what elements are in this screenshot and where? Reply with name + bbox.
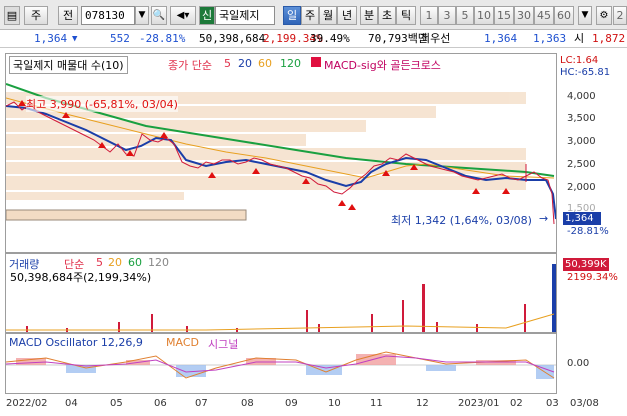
volume-value-text: 50,398,684주(2,199,34%)	[10, 271, 152, 284]
tab-year[interactable]: 년	[337, 6, 357, 25]
interval-30[interactable]: 30	[514, 6, 534, 25]
more-button[interactable]: 2	[613, 6, 627, 25]
ma5-legend: 5	[224, 57, 231, 70]
tab-minute[interactable]: 분	[360, 6, 378, 25]
volume-profile-max-bar	[6, 209, 247, 221]
xtick-05: 05	[110, 398, 123, 409]
macd-legend-label: MACD	[166, 336, 199, 349]
current-price-tag: 1,364	[563, 212, 601, 225]
search-icon[interactable]: 🔍	[151, 6, 167, 25]
stock-name[interactable]: 국일제지	[215, 6, 275, 25]
turnover-ratio: 39.49%	[310, 32, 350, 45]
vol-ma120-legend: 120	[148, 256, 169, 269]
volume-spike	[552, 264, 556, 332]
interval-3[interactable]: 3	[438, 6, 456, 25]
current-price: 1,364	[34, 32, 68, 45]
price-chart-panel[interactable]: 국일제지 매물대 수(10) 종가 단순 5 20 60 120 MACD-si…	[5, 53, 557, 253]
period-select[interactable]: 주	[24, 6, 48, 25]
volume-chart-panel[interactable]: 거래량 단순 5 20 60 120 50,398,684주(2,199,34%…	[5, 253, 557, 333]
interval-45[interactable]: 45	[534, 6, 554, 25]
volume-chart-svg	[6, 264, 556, 332]
macd-osc-legend: MACD Oscillator 12,26,9	[9, 336, 143, 349]
low-annotation: 최저 1,342 (1,64%, 03/08)	[391, 214, 532, 227]
xtick-2022-02: 2022/02	[6, 398, 48, 409]
lc-label: LC:1.64	[560, 55, 599, 66]
price-info-bar: 1,364 ▼ 552 -28.81% 50,398,684 2,199.34%…	[0, 30, 627, 48]
xtick-11: 11	[370, 398, 383, 409]
tab-month[interactable]: 월	[319, 6, 337, 25]
volume-tag-pct: 2199.34%	[567, 272, 618, 283]
macd-legend: MACD-sig와 골든크로스	[324, 59, 441, 72]
interval-5[interactable]: 5	[456, 6, 474, 25]
toolbar: ▤ 주 전 078130 ▼ 🔍 ◀▾ 신 국일제지 일 주 월 년 분 초 틱…	[0, 0, 627, 30]
ytick-2000: 2,000	[567, 182, 596, 193]
low-arrow-icon: →	[539, 212, 549, 225]
vol-ma5-legend: 5	[96, 256, 103, 269]
xtick-07: 07	[195, 398, 208, 409]
prev-button[interactable]: 전	[58, 6, 78, 25]
signal-legend-label: 시그널	[208, 338, 239, 351]
high-annotation: 최고 3,990 (-65,81%, 03/04)	[26, 96, 178, 112]
volume-tag: 50,399K	[563, 258, 609, 271]
settings-icon[interactable]: ⚙	[596, 6, 612, 25]
ytick-3000: 3,000	[567, 136, 596, 147]
tab-week[interactable]: 주	[301, 6, 319, 25]
interval-dropdown-icon[interactable]: ▼	[578, 6, 592, 25]
speaker-icon[interactable]: ◀▾	[170, 6, 196, 25]
volume-value: 50,398,684	[199, 32, 266, 45]
interval-60[interactable]: 60	[554, 6, 574, 25]
xtick-12: 12	[416, 398, 429, 409]
price-legend-tab[interactable]: 국일제지 매물대 수(10)	[9, 56, 128, 74]
tab-tick[interactable]: 틱	[396, 6, 416, 25]
interval-15[interactable]: 15	[494, 6, 514, 25]
menu-icon[interactable]: ▤	[4, 6, 20, 25]
code-input[interactable]: 078130	[81, 6, 135, 25]
ma-legend-label: 종가 단순	[168, 59, 212, 72]
ytick-4000: 4,000	[567, 91, 596, 102]
ma60-legend: 60	[258, 57, 272, 70]
tab-day[interactable]: 일	[283, 6, 301, 25]
xtick-09: 09	[285, 398, 298, 409]
symbol-badge: 신	[199, 6, 215, 25]
macd-color-icon	[311, 57, 321, 67]
code-dropdown-icon[interactable]: ▼	[135, 6, 149, 25]
interval-1[interactable]: 1	[420, 6, 438, 25]
xtick-02: 02	[510, 398, 523, 409]
ytick-2500: 2,500	[567, 159, 596, 170]
change-tag: -28.81%	[567, 226, 609, 237]
xtick-10: 10	[328, 398, 341, 409]
xtick-2023-01: 2023/01	[458, 398, 500, 409]
quote-status: 최우선	[420, 32, 451, 45]
interval-10[interactable]: 10	[474, 6, 494, 25]
change-percent: -28.81%	[139, 32, 186, 45]
down-arrow-icon: ▼	[72, 34, 78, 44]
xtick-04: 04	[65, 398, 78, 409]
xtick-08: 08	[241, 398, 254, 409]
change-value: 552	[110, 32, 130, 45]
hc-label: HC:-65.81	[560, 67, 611, 78]
bid-price: 1,364	[484, 32, 518, 45]
vol-ma20-legend: 20	[108, 256, 122, 269]
xtick-06: 06	[154, 398, 167, 409]
ask-price: 1,363	[533, 32, 567, 45]
tab-second[interactable]: 초	[378, 6, 396, 25]
xtick-03: 03	[546, 398, 559, 409]
macd-zero-label: 0.00	[567, 358, 590, 369]
xtick-0308: 03/08	[570, 398, 599, 409]
ytick-3500: 3,500	[567, 113, 596, 124]
macd-chart-panel[interactable]: MACD Oscillator 12,26,9 MACD 시그널	[5, 333, 557, 394]
ma120-legend: 120	[280, 57, 301, 70]
ma20-legend: 20	[238, 57, 252, 70]
vol-ma60-legend: 60	[128, 256, 142, 269]
open-price: 1,872	[592, 32, 626, 45]
open-label: 시	[574, 32, 585, 45]
trade-amount: 70,793백만	[368, 32, 428, 45]
